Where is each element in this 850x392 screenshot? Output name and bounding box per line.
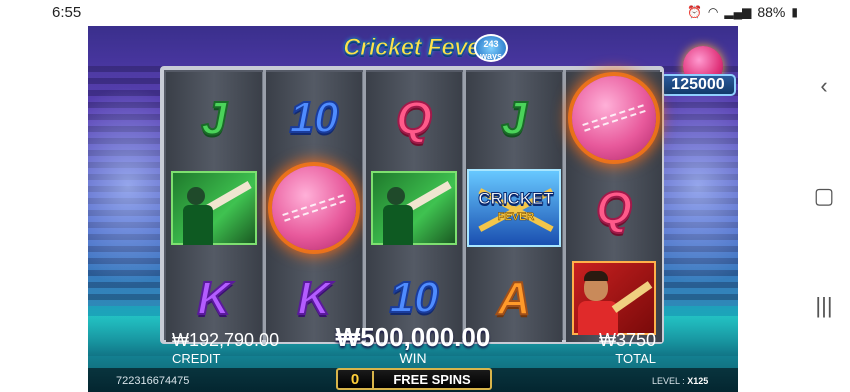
recent-apps-icon[interactable]: ||| [812,294,836,318]
reel-cell: CRICKET FEVER [466,164,562,252]
symbol-k: K [196,272,231,324]
symbol-q: Q [395,92,433,144]
home-icon[interactable]: ▢ [812,184,836,208]
wifi-icon: ◠ [707,5,719,19]
game-logo: Cricket Fever 243 ways [326,28,508,68]
level-indicator: LEVEL : X125 [652,376,708,386]
logo-title: Cricket Fever [343,34,490,62]
level-label: LEVEL : [652,376,685,386]
reel-5: Q [566,72,662,342]
total-bet-label: TOTAL [615,351,656,366]
android-nav-bar: ‹ ▢ ||| [798,26,850,392]
wild-title: CRICKET [478,189,555,209]
symbol-q: Q [595,182,633,234]
ways-badge: 243 ways [474,34,508,62]
reel-cell: Q [566,164,662,252]
symbol-a: A [496,272,531,324]
wild-symbol-icon: CRICKET FEVER [467,169,561,247]
symbol-10: 10 [389,273,440,322]
status-time: 6:55 [52,4,82,21]
player-body [183,205,213,245]
credit-value: ₩192,790.00 [172,330,280,350]
wild-subtitle: FEVER [497,211,535,224]
reel-cell: 10 [266,74,362,162]
reel-1: JK [166,72,262,342]
alarm-icon: ⏰ [686,5,702,19]
total-bet-value[interactable]: ₩3750 [556,330,656,351]
batter-hair [584,271,608,281]
reel-cell [266,164,362,252]
game-viewport[interactable]: Cricket Fever 243 ways 125000 J K 10 K Q 10 J C… [88,26,738,392]
jackpot-counter: 125000 [660,74,736,96]
level-value: X125 [687,376,709,386]
free-spins-counter: 0 FREE SPINS [336,368,492,390]
player-head [387,187,405,205]
reel-2: 10 K [266,72,362,342]
battery-percent: 88% [757,4,786,20]
signal-icon: ▂▄▆ [724,5,752,19]
ways-label: ways [479,51,503,61]
win-label: WIN [399,350,427,366]
reel-cell: J [466,74,562,162]
win-value: ₩500,000.00 [335,322,491,352]
free-spins-label: FREE SPINS [393,371,471,387]
back-icon[interactable]: ‹ [812,74,836,98]
battery-icon: ▮ [791,5,798,19]
reel-cell [166,164,262,252]
reel-cell: K [166,254,262,342]
symbol-j: J [200,92,228,144]
status-bar: 6:55 ⏰ ◠ ▂▄▆ 88% ▮ [0,0,850,26]
game-round-id: 722316674475 [116,375,190,387]
cricket-player-icon [371,171,457,245]
cricket-ball-icon [572,76,656,160]
screen: 6:55 ⏰ ◠ ▂▄▆ 88% ▮ Cricket Fever 243 way… [0,0,850,392]
batsman-portrait-icon [572,261,656,335]
symbol-10: 10 [289,93,340,142]
credit-label: CREDIT [172,351,221,366]
reel-4: J CRICKET FEVER A [466,72,562,342]
reel-cell [566,254,662,342]
reel-cell [366,164,462,252]
batter-bat [611,281,653,313]
ways-number: 243 [483,39,499,49]
player-body [383,205,413,245]
reel-cell: Q [366,74,462,162]
ball-seam [282,194,346,222]
status-indicators: ⏰ ◠ ▂▄▆ 88% ▮ [687,4,798,20]
reel-3: Q 10 [366,72,462,342]
symbol-j: J [500,92,528,144]
free-spins-count: 0 [338,370,374,388]
reel-frame: J K 10 K Q 10 J CRICKET FEVER A Q [160,66,664,344]
ball-seam [582,104,646,132]
reel-cell: J [166,74,262,162]
player-head [187,187,205,205]
reel-cell [566,74,662,162]
cricket-ball-icon [272,166,356,250]
symbol-k: K [296,272,331,324]
cricket-player-icon [171,171,257,245]
